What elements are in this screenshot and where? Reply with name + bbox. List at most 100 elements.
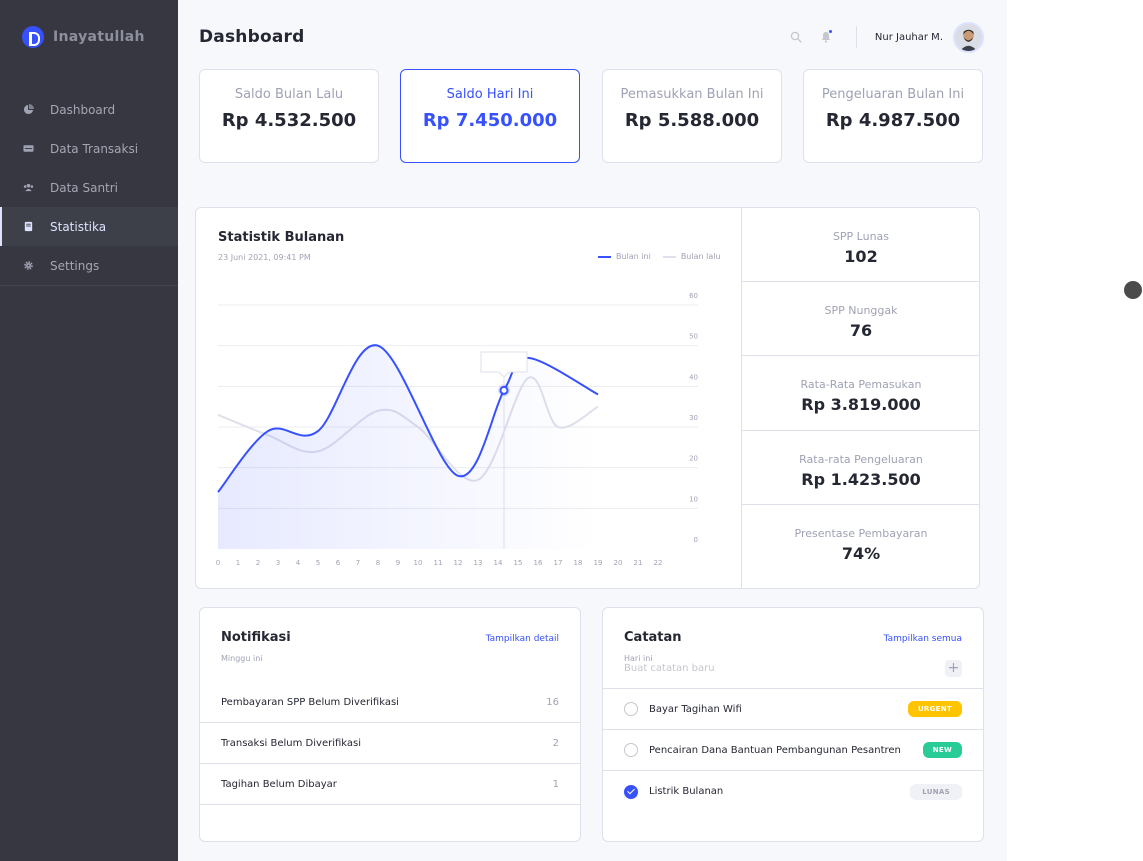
- notifications-panel: Notifikasi Minggu ini Tampilkan detail P…: [199, 607, 581, 842]
- checkbox[interactable]: [624, 743, 638, 757]
- x-tick-label: 4: [296, 559, 301, 567]
- stat-value: 74%: [841, 543, 881, 563]
- topbar-divider: [855, 26, 857, 48]
- y-tick-label: 50: [689, 333, 698, 341]
- legend-label: Bulan ini: [616, 252, 651, 261]
- x-tick-label: 20: [614, 559, 623, 567]
- status-badge: NEW: [922, 742, 962, 758]
- x-tick-label: 0: [216, 559, 220, 567]
- gear-icon: [22, 260, 34, 272]
- x-tick-label: 14: [494, 559, 503, 567]
- avatar[interactable]: [953, 21, 984, 53]
- card-saldo-bulan-lalu[interactable]: Saldo Bulan Lalu Rp 4.532.500: [199, 69, 379, 163]
- brand[interactable]: Inayatullah: [22, 26, 145, 48]
- users-icon: [22, 182, 34, 194]
- status-badge: LUNAS: [910, 783, 962, 800]
- stat-label: Presentase Pembayaran: [794, 526, 928, 540]
- user-name[interactable]: Nur Jauhar M.: [875, 32, 943, 43]
- stat-spp-lunas: SPP Lunas 102: [742, 208, 979, 283]
- panel-header: Catatan Hari ini Tampilkan semua: [603, 608, 983, 682]
- list-item[interactable]: Pencairan Dana Bantuan Pembangunan Pesan…: [603, 730, 983, 771]
- panel-title: Notifikasi: [221, 630, 291, 645]
- notification-count: 2: [552, 737, 559, 749]
- y-tick-label: 10: [689, 495, 698, 503]
- sidebar-item-settings[interactable]: Settings: [0, 246, 178, 285]
- page-title: Dashboard: [199, 27, 305, 47]
- stat-rata-rata-pengeluaran: Rata-rata Pengeluaran Rp 1.423.500: [742, 431, 979, 505]
- x-tick-label: 18: [574, 559, 583, 567]
- stat-value: 102: [844, 247, 878, 266]
- notification-label: Tagihan Belum Dibayar: [221, 778, 337, 790]
- panel-subtitle: Minggu ini: [221, 654, 263, 663]
- summary-cards: Saldo Bulan Lalu Rp 4.532.500 Saldo Hari…: [199, 69, 984, 163]
- stat-label: SPP Nunggak: [824, 304, 898, 318]
- checkbox[interactable]: [624, 702, 638, 716]
- x-tick-label: 1: [236, 559, 240, 567]
- x-tick-label: 9: [396, 559, 400, 567]
- list-item[interactable]: Tagihan Belum Dibayar 1: [200, 764, 580, 805]
- card-pemasukkan-bulan-ini[interactable]: Pemasukkan Bulan Ini Rp 5.588.000: [602, 69, 782, 163]
- sidebar-item-data-transaksi[interactable]: Data Transaksi: [0, 129, 178, 168]
- card-label: Pemasukkan Bulan Ini: [620, 87, 764, 102]
- legend-label: Bulan lalu: [680, 252, 721, 261]
- line-chart[interactable]: 01020304050600 1 2 3 4 5 6 7 8 9 10 11 12 13 14 15 16 17 1…: [196, 208, 741, 588]
- notification-label: Pembayaran SPP Belum Diverifikasi: [221, 696, 399, 708]
- card-label: Pengeluaran Bulan Ini: [821, 87, 965, 102]
- sidebar-item-label: Statistika: [50, 219, 107, 234]
- y-tick-label: 30: [689, 414, 698, 422]
- sidebar-nav: Dashboard Data Transaksi Data Santri Sta…: [0, 90, 178, 286]
- sidebar-item-data-santri[interactable]: Data Santri: [0, 168, 178, 207]
- search-icon[interactable]: [788, 29, 804, 45]
- sidebar: Inayatullah Dashboard Data Transaksi Dat…: [0, 0, 178, 861]
- status-badge: URGENT: [907, 701, 962, 717]
- show-all-link[interactable]: Tampilkan semua: [884, 634, 962, 644]
- stat-value: Rp 1.423.500: [801, 469, 921, 489]
- ticket-icon: [22, 143, 34, 155]
- topbar-actions: Nur Jauhar M.: [774, 21, 984, 53]
- stat-spp-nunggak: SPP Nunggak 76: [742, 282, 979, 357]
- checkbox-checked[interactable]: [624, 784, 638, 799]
- notification-count: 1: [552, 778, 559, 790]
- stat-rata-rata-pemasukan: Rata-Rata Pemasukan Rp 3.819.000: [742, 356, 979, 431]
- legend-line-icon: [598, 255, 611, 258]
- notification-label: Transaksi Belum Diverifikasi: [221, 737, 362, 749]
- bell-icon[interactable]: [818, 29, 834, 45]
- y-tick-label: 0: [694, 536, 698, 544]
- sidebar-item-label: Settings: [50, 258, 100, 273]
- sidebar-item-label: Data Santri: [50, 180, 119, 195]
- legend-item-bulan-lalu[interactable]: Bulan lalu: [662, 252, 721, 261]
- panel-title: Catatan: [624, 630, 682, 645]
- stat-value: 76: [849, 321, 873, 341]
- note-label: Listrik Bulanan: [649, 786, 724, 797]
- x-tick-label: 12: [454, 559, 463, 567]
- card-saldo-hari-ini[interactable]: Saldo Hari Ini Rp 7.450.000: [400, 69, 580, 163]
- list-item[interactable]: Transaksi Belum Diverifikasi 2: [200, 723, 580, 764]
- card-label: Saldo Bulan Lalu: [234, 87, 344, 102]
- stat-label: Rata-rata Pengeluaran: [799, 452, 923, 466]
- legend-line-icon: [662, 255, 676, 258]
- card-value: Rp 7.450.000: [422, 110, 558, 131]
- y-tick-label: 40: [689, 373, 698, 381]
- main-content: Dashboard Nur Jauhar M. Saldo Bulan Lalu…: [178, 0, 1007, 861]
- sidebar-item-statistika[interactable]: Statistika: [0, 207, 178, 246]
- note-label: Bayar Tagihan Wifi: [649, 703, 742, 715]
- x-tick-label: 10: [414, 559, 423, 567]
- list-item[interactable]: Pembayaran SPP Belum Diverifikasi 16: [200, 682, 580, 723]
- notification-count: 16: [546, 696, 559, 708]
- sidebar-item-dashboard[interactable]: Dashboard: [0, 90, 178, 129]
- topbar: Dashboard Nur Jauhar M.: [199, 21, 984, 53]
- pie-chart-icon: [22, 104, 34, 116]
- stat-value: Rp 3.819.000: [801, 395, 921, 415]
- x-tick-label: 13: [474, 559, 483, 567]
- x-tick-label: 21: [634, 559, 643, 567]
- list-item[interactable]: Bayar Tagihan Wifi URGENT: [603, 689, 983, 730]
- stats-column: SPP Lunas 102 SPP Nunggak 76 Rata-Rata P…: [741, 208, 979, 588]
- card-pengeluaran-bulan-ini[interactable]: Pengeluaran Bulan Ini Rp 4.987.500: [803, 69, 983, 163]
- x-tick-label: 2: [256, 559, 260, 567]
- show-detail-link[interactable]: Tampilkan detail: [486, 634, 559, 644]
- chart-legend: Bulan ini Bulan lalu: [598, 252, 721, 261]
- y-tick-label: 60: [689, 292, 698, 300]
- list-item[interactable]: Listrik Bulanan LUNAS: [603, 771, 983, 812]
- legend-item-bulan-ini[interactable]: Bulan ini: [598, 252, 651, 261]
- highlight-point: [499, 385, 509, 395]
